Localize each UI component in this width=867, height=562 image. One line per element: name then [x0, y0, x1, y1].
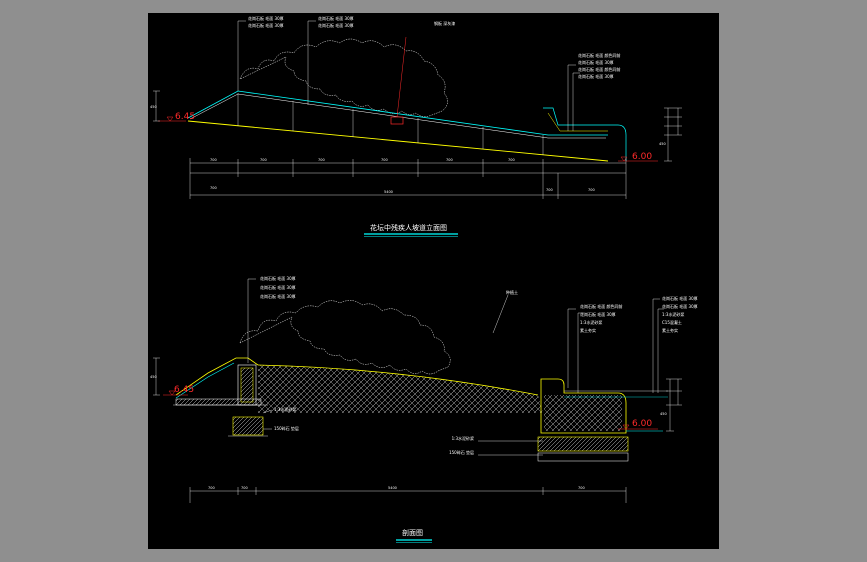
callout-elev-right-4: 花岗石板 毛面 30厚 — [578, 73, 614, 79]
svg-text:6.00: 6.00 — [632, 419, 652, 429]
callout-elev-center: 钢板 深灰漆 — [434, 20, 455, 26]
dim-total-elevation: 5400 — [384, 190, 393, 194]
callout-sec-ra-1: 花岗石板 毛面 颜色同前 — [580, 303, 623, 309]
sec-dim-height-left: 450 — [150, 375, 157, 379]
callout-sec-ra-4: 素土夯实 — [580, 327, 596, 333]
callout-sec-rb-4: C15混凝土 — [662, 319, 682, 325]
dim-right-1: 700 — [546, 188, 553, 192]
svg-text:6.00: 6.00 — [632, 152, 652, 162]
soil-mound — [258, 365, 543, 413]
ramp-rail-line — [189, 93, 606, 139]
sec-dim-seg-3: 700 — [578, 486, 585, 490]
dim-seg-1: 700 — [210, 158, 217, 162]
callout-base-right-1: 1:3水泥砂浆 — [452, 435, 474, 441]
sec-dim-height-right: 450 — [660, 412, 667, 416]
left-slab — [175, 398, 262, 406]
callout-sec-rb-1: 花岗石板 毛面 30厚 — [662, 295, 698, 301]
elevation-marker-right: 6.00 — [618, 152, 658, 162]
callout-base-right-2: 150碎石 垫层 — [449, 449, 474, 455]
callout-base-left-2: 150碎石 垫层 — [274, 425, 299, 431]
dim-right-2: 700 — [588, 188, 595, 192]
svg-text:6.45: 6.45 — [174, 385, 194, 395]
cad-drawing-sheet: 花岗石板 毛面 30厚 花岗石板 毛面 30厚 花岗石板 毛面 30厚 花岗石板… — [148, 13, 719, 549]
dim-left-2: 700 — [210, 186, 217, 190]
dim-height-right: 450 — [659, 142, 666, 146]
callout-sec-left-3: 花岗石板 毛面 30厚 — [260, 293, 296, 299]
sec-dim-seg-1: 700 — [208, 486, 215, 490]
dim-vertical-right — [664, 107, 682, 162]
callout-base-left-1: 1:3水泥砂浆 — [274, 406, 296, 412]
sign-plate — [390, 116, 404, 125]
elevation-marker-left: 6.45 — [158, 112, 195, 122]
sec-dim-total: 5400 — [388, 486, 397, 490]
callout-sec-rb-5: 素土夯实 — [662, 327, 678, 333]
dim-height-left: 450 — [150, 105, 157, 109]
planter-edge-right — [543, 107, 627, 161]
section-view: 6.45 6.00 花岗石板 毛面 30厚 花岗石板 毛面 30厚 花岗石板 毛… — [150, 275, 698, 543]
dim-seg-6: 700 — [508, 158, 515, 162]
planter-footing — [537, 436, 629, 452]
callout-elev-right-2: 花岗石板 毛面 30厚 — [578, 59, 614, 65]
callout-sec-rb-2: 花岗石板 毛面 30厚 — [662, 303, 698, 309]
ramp-top-line — [187, 90, 608, 136]
shrub-outline-section — [239, 300, 451, 375]
ramp-posts — [237, 93, 544, 155]
callout-sec-left-2: 花岗石板 毛面 30厚 — [260, 284, 296, 290]
dim-seg-4: 700 — [381, 158, 388, 162]
title-elevation: 花坛中残疾人坡道立面图 — [370, 223, 447, 232]
callout-sec-left-1: 花岗石板 毛面 30厚 — [260, 275, 296, 281]
section-dim-chain — [189, 487, 627, 503]
cad-drawing: 花岗石板 毛面 30厚 花岗石板 毛面 30厚 花岗石板 毛面 30厚 花岗石板… — [150, 15, 698, 543]
callout-elev-3: 花岗石板 毛面 30厚 — [318, 15, 354, 21]
dim-seg-3: 700 — [318, 158, 325, 162]
section-elevation-right: 6.00 — [618, 419, 658, 430]
ramp-base-line — [187, 120, 609, 162]
dim-seg-2: 700 — [260, 158, 267, 162]
callout-sec-rb-3: 1:3水泥砂浆 — [662, 311, 684, 317]
shrub-outline-elevation — [239, 38, 448, 117]
callout-elev-4: 花岗石板 毛面 30厚 — [318, 22, 354, 28]
svg-text:6.45: 6.45 — [175, 112, 195, 122]
callout-elev-2: 花岗石板 毛面 30厚 — [248, 22, 284, 28]
dim-seg-5: 700 — [446, 158, 453, 162]
callout-sec-ra-2: 花岗石板 毛面 30厚 — [580, 311, 616, 317]
sec-dim-seg-2: 700 — [241, 486, 248, 490]
callout-elev-1: 花岗石板 毛面 30厚 — [248, 15, 284, 21]
callout-elev-right-3: 花岗石板 毛面 颜色同前 — [578, 66, 621, 72]
elevation-view: 花岗石板 毛面 30厚 花岗石板 毛面 30厚 花岗石板 毛面 30厚 花岗石板… — [150, 15, 682, 237]
callout-elev-right-1: 花岗石板 毛面 颜色同前 — [578, 52, 621, 58]
title-section: 剖面图 — [402, 528, 423, 537]
left-footing — [232, 416, 264, 436]
section-elevation-left: 6.45 — [163, 385, 194, 396]
callout-sec-ra-3: 1:3水泥砂浆 — [580, 319, 602, 325]
callout-planting: 种植土 — [506, 289, 518, 295]
dim-chain-elevation — [189, 158, 627, 199]
